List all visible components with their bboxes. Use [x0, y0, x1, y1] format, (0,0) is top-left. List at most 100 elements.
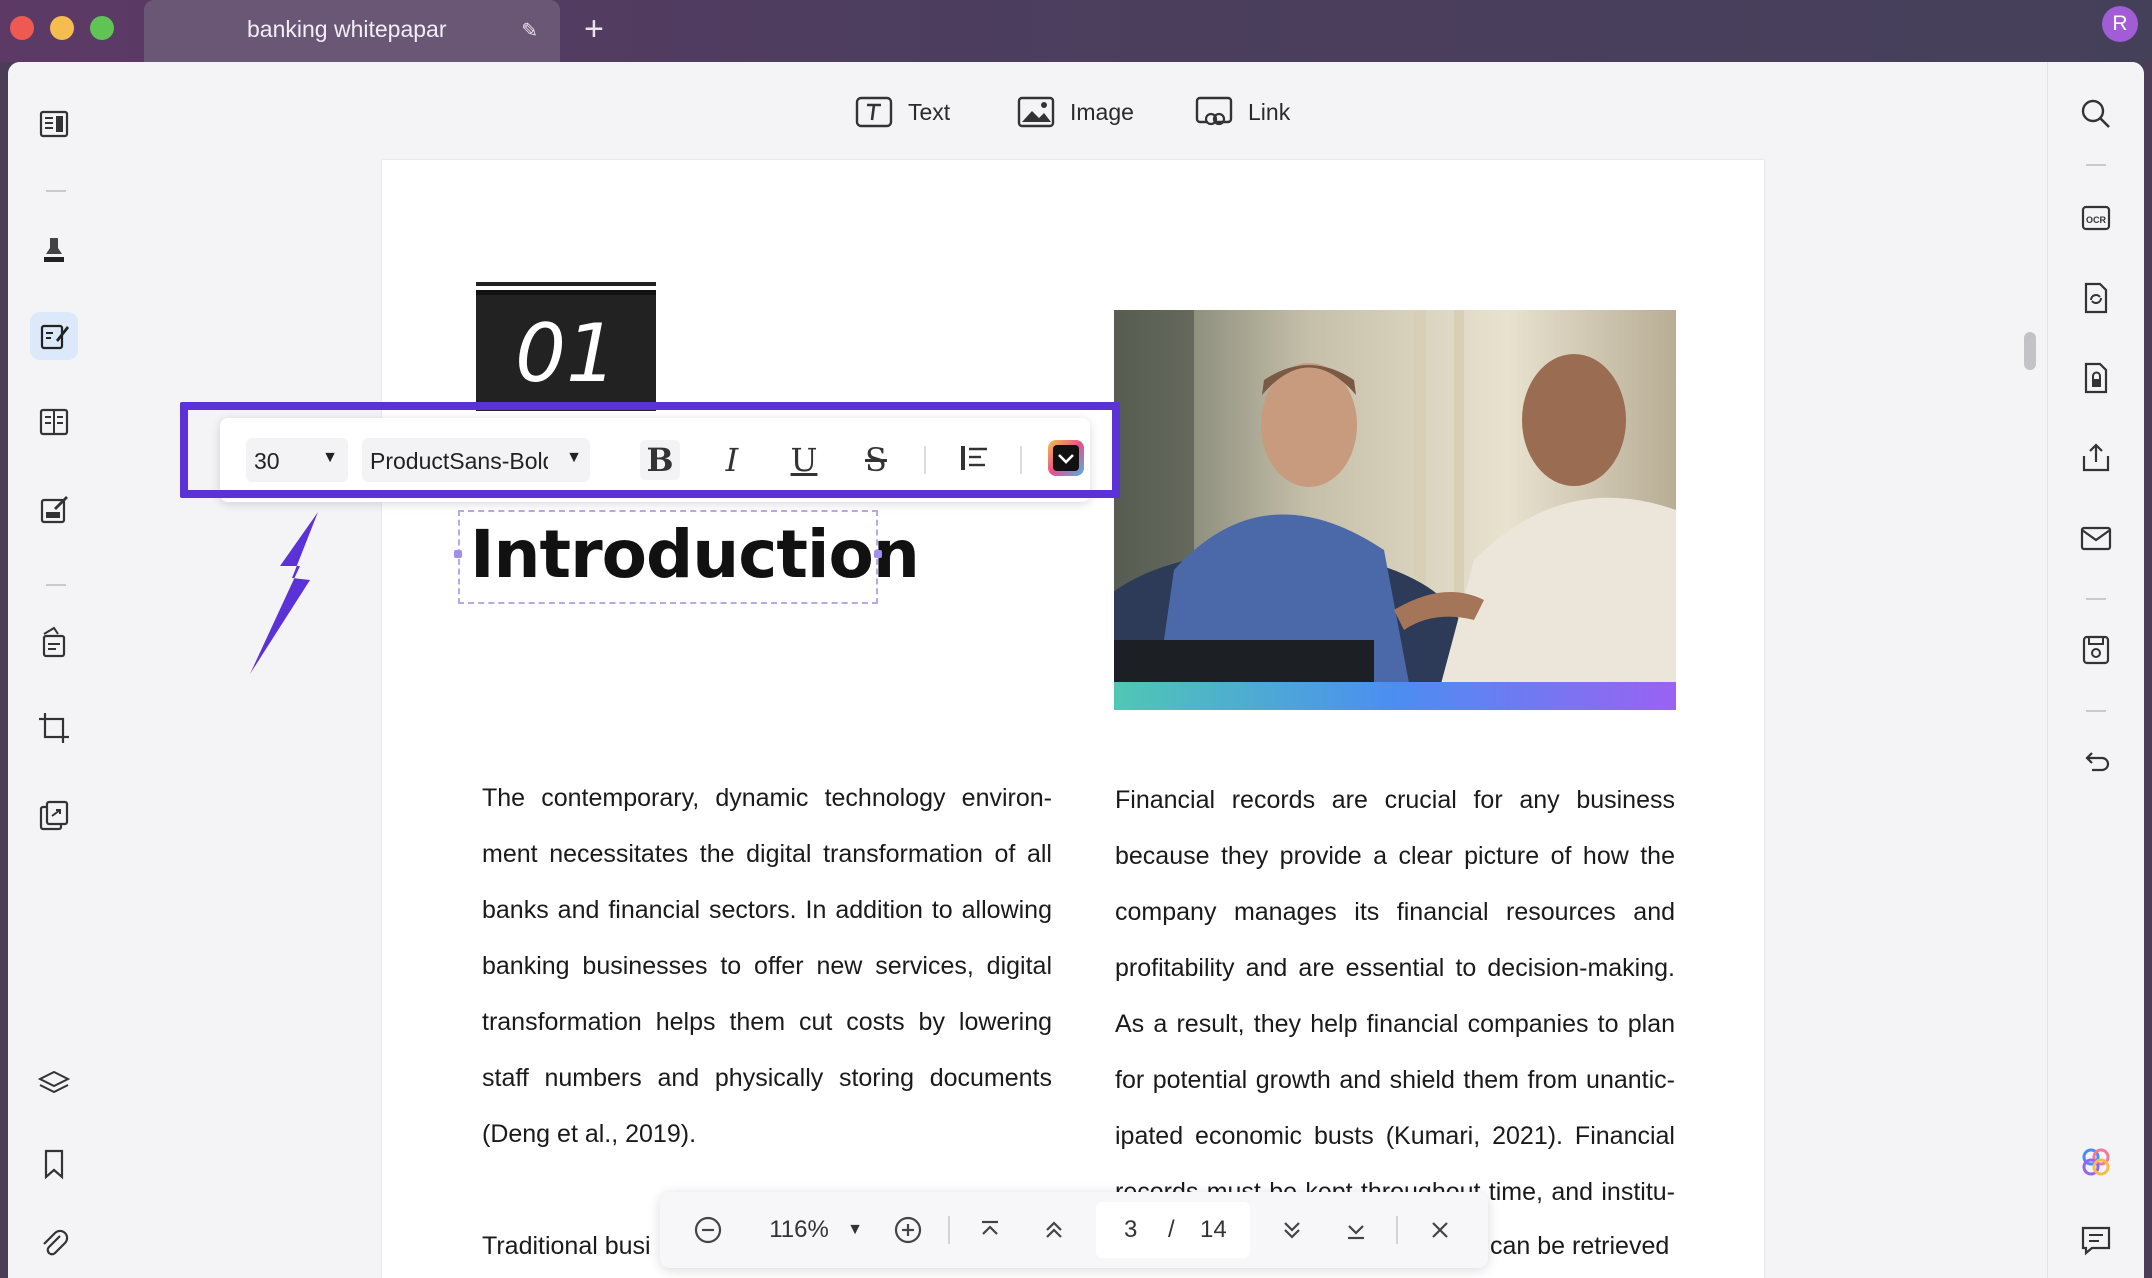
- share-icon[interactable]: [2074, 436, 2118, 480]
- first-page-button[interactable]: [970, 1210, 1010, 1250]
- link-tool-label: Link: [1248, 98, 1291, 125]
- current-page[interactable]: 3: [1124, 1216, 1137, 1244]
- organize-pages-icon[interactable]: [30, 618, 78, 666]
- page-heading[interactable]: Introduction: [470, 516, 920, 593]
- callout-arrow-icon: [250, 512, 318, 674]
- paragraph-line: transformation helps them cut costs by l…: [482, 1008, 1052, 1036]
- section-number: 01: [515, 307, 617, 400]
- new-tab-button[interactable]: +: [584, 10, 604, 49]
- last-page-button[interactable]: [1336, 1210, 1376, 1250]
- photo-gradient-stripe: [1114, 682, 1676, 710]
- crop-icon[interactable]: [30, 704, 78, 752]
- page-navigation-bar: 116% ▼ 3 / 14: [660, 1192, 1488, 1268]
- reader-mode-icon[interactable]: [30, 100, 78, 148]
- paragraph-line: company manages its financial resources …: [1115, 898, 1675, 926]
- attachment-icon[interactable]: [30, 1220, 78, 1268]
- paragraph-line: ment necessitates the digital transforma…: [482, 840, 1052, 868]
- section-number-rule: [476, 282, 656, 286]
- document-canvas: [104, 160, 2048, 1278]
- left-column-paragraph-2[interactable]: Traditional busi: [482, 1218, 682, 1274]
- page-number-input[interactable]: 3 / 14: [1096, 1202, 1250, 1258]
- page-separator: /: [1168, 1216, 1175, 1243]
- bookmark-icon[interactable]: [30, 1140, 78, 1188]
- resize-handle-right[interactable]: [874, 550, 882, 558]
- sidebar-divider: [46, 190, 66, 192]
- zoom-dropdown-icon[interactable]: ▼: [840, 1210, 870, 1250]
- title-bar: banking whitepapar ✎ + R: [0, 0, 2152, 62]
- paragraph-line: As a result, they help financial compani…: [1115, 1010, 1675, 1038]
- zoom-out-icon: [694, 1216, 722, 1244]
- page-layout-icon[interactable]: [30, 398, 78, 446]
- convert-pdf-icon[interactable]: [2074, 276, 2118, 320]
- left-column-paragraph[interactable]: The contemporary, dynamic technology env…: [482, 770, 1052, 1162]
- link-icon: [1195, 96, 1233, 126]
- avatar[interactable]: R: [2102, 6, 2138, 42]
- rename-pencil-icon[interactable]: ✎: [521, 18, 538, 43]
- total-pages: 14: [1200, 1216, 1227, 1243]
- paragraph-line: can be retrieved: [1490, 1232, 1670, 1260]
- zoom-out-button[interactable]: [688, 1210, 728, 1250]
- edit-pdf-icon[interactable]: [30, 312, 78, 360]
- search-icon[interactable]: [2074, 92, 2118, 136]
- sidebar-divider: [2086, 598, 2106, 600]
- section-number-box: 01: [476, 290, 656, 411]
- right-column-continued[interactable]: can be retrieved: [1490, 1218, 1676, 1274]
- highlight-annotation-box: [180, 402, 1120, 498]
- toolbar-divider: [1396, 1216, 1398, 1244]
- ai-assistant-icon[interactable]: [2074, 1140, 2118, 1184]
- double-chevron-up-icon: [1046, 1221, 1062, 1238]
- highlighter-icon[interactable]: [30, 226, 78, 274]
- close-navigation-button[interactable]: [1420, 1210, 1460, 1250]
- left-sidebar: [8, 62, 105, 1278]
- paragraph-line: for potential growth and shield them fro…: [1115, 1066, 1675, 1094]
- ocr-icon[interactable]: OCR: [2074, 196, 2118, 240]
- close-icon: [1432, 1222, 1448, 1238]
- right-column-paragraph[interactable]: Financial records are crucial for any bu…: [1115, 772, 1675, 1212]
- paragraph-line: The contemporary, dynamic technology env…: [482, 784, 1052, 812]
- comment-icon[interactable]: [2074, 1218, 2118, 1262]
- add-link-tool[interactable]: Link: [1194, 92, 1290, 132]
- sidebar-divider: [46, 584, 66, 586]
- protect-icon[interactable]: [2074, 356, 2118, 400]
- double-chevron-down-icon: [1284, 1222, 1300, 1239]
- vertical-scrollbar[interactable]: [2024, 332, 2036, 370]
- right-sidebar: OCR: [2047, 62, 2144, 1278]
- layers-icon[interactable]: [30, 1060, 78, 1108]
- paragraph-line: banks and financial sectors. In addition…: [482, 896, 1052, 924]
- toolbar-divider: [948, 1216, 950, 1244]
- minimize-window-button[interactable]: [50, 16, 74, 40]
- sidebar-divider: [2086, 710, 2106, 712]
- paragraph-line: banking businesses to offer new services…: [482, 952, 1052, 980]
- paragraph-line: Traditional busi: [482, 1232, 651, 1260]
- form-fill-icon[interactable]: [30, 486, 78, 534]
- business-meeting-photo[interactable]: [1114, 310, 1676, 710]
- paragraph-line: (Deng et al., 2019).: [482, 1120, 697, 1148]
- maximize-window-button[interactable]: [90, 16, 114, 40]
- zoom-in-icon: [894, 1216, 922, 1244]
- edit-toolbar: Text Image Link: [104, 62, 2048, 160]
- svg-text:OCR: OCR: [2086, 215, 2107, 225]
- paragraph-line: ipated economic busts (Kumari, 2021). Fi…: [1115, 1122, 1675, 1150]
- close-window-button[interactable]: [10, 16, 34, 40]
- convert-icon[interactable]: [30, 792, 78, 840]
- paragraph-line: because they provide a clear picture of …: [1115, 842, 1675, 870]
- zoom-in-button[interactable]: [888, 1210, 928, 1250]
- image-icon: [1017, 96, 1055, 128]
- paragraph-line: staff numbers and physically storing doc…: [482, 1064, 1052, 1092]
- paragraph-line: profitability and are essential to decis…: [1115, 954, 1675, 982]
- previous-page-button[interactable]: [1034, 1210, 1074, 1250]
- heading-text-box[interactable]: Introduction: [454, 510, 920, 604]
- image-tool-label: Image: [1070, 98, 1134, 125]
- add-text-tool[interactable]: Text: [854, 92, 950, 132]
- add-image-tool[interactable]: Image: [1016, 92, 1134, 132]
- save-icon[interactable]: [2074, 628, 2118, 672]
- resize-handle-left[interactable]: [454, 550, 462, 558]
- document-tab[interactable]: banking whitepapar ✎: [144, 0, 560, 62]
- text-box-icon: [855, 96, 893, 128]
- next-page-button[interactable]: [1272, 1210, 1312, 1250]
- tab-title: banking whitepapar: [247, 16, 447, 42]
- mail-icon[interactable]: [2074, 516, 2118, 560]
- zoom-level[interactable]: 116%: [754, 1210, 844, 1250]
- undo-icon[interactable]: [2074, 742, 2118, 786]
- text-tool-label: Text: [908, 98, 951, 125]
